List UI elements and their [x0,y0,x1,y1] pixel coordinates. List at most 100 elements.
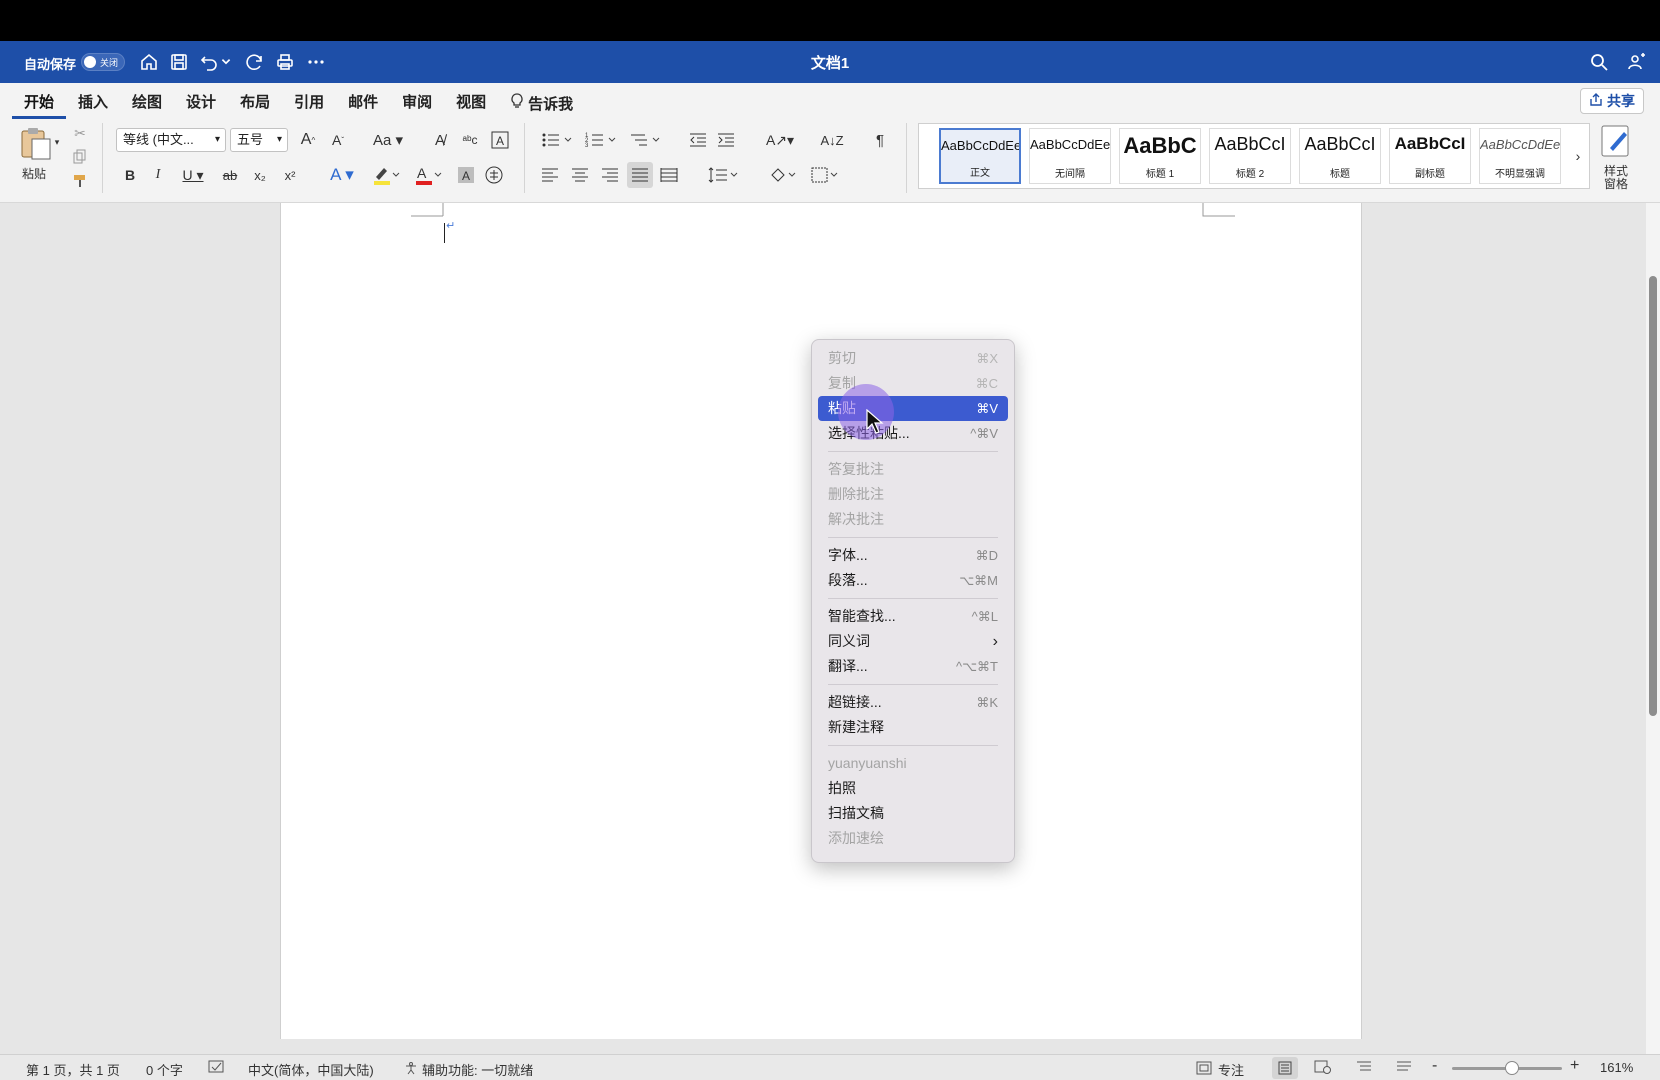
strikethrough-icon[interactable]: ab [218,163,242,187]
account-icon[interactable] [1626,51,1648,73]
highlight-color-icon[interactable] [368,163,404,187]
style-subtitle[interactable]: AaBbCcI 副标题 [1389,128,1471,184]
clear-format-icon[interactable]: A̸ [428,128,452,152]
font-color-icon[interactable]: A [410,163,446,187]
focus-mode-button[interactable]: 专注 [1196,1060,1244,1079]
zoom-in-button[interactable]: + [1570,1057,1579,1075]
more-icon[interactable] [305,51,327,73]
svg-text:3: 3 [585,143,589,149]
share-button[interactable]: 共享 [1580,88,1644,114]
italic-icon[interactable]: I [146,163,170,187]
justify-icon[interactable] [627,162,653,188]
outline-view-icon[interactable] [1356,1060,1372,1077]
character-border-icon[interactable]: A [488,128,512,152]
change-case-icon[interactable]: Aa ▾ [370,128,406,152]
align-left-icon[interactable] [538,163,562,187]
style-heading-1[interactable]: AaBbC 标题 1 [1119,128,1201,184]
tab-draw[interactable]: 绘图 [120,91,174,119]
menu-item[interactable]: 同义词 › [818,629,1008,654]
underline-icon[interactable]: U ▾ [176,163,210,187]
style-name: 副标题 [1415,169,1445,180]
menu-item[interactable]: 拍照 [818,776,1008,801]
increase-indent-icon[interactable] [714,128,738,152]
numbering-icon[interactable]: 123 [582,128,622,152]
print-icon[interactable] [274,51,296,73]
copy-icon[interactable] [70,147,90,167]
menu-item[interactable]: 新建注释 [818,715,1008,740]
tab-mailings[interactable]: 邮件 [336,91,390,119]
paste-dropdown-icon[interactable]: ▾ [52,137,62,147]
font-size-select[interactable]: 五号 ▾ [230,128,288,152]
font-name-select[interactable]: 等线 (中文... ▾ [116,128,226,152]
draft-view-icon[interactable] [1396,1060,1412,1077]
grow-font-icon[interactable]: A ^ [296,128,320,152]
distributed-icon[interactable] [657,163,681,187]
accessibility-status[interactable]: 辅助功能: 一切就绪 [404,1060,533,1079]
language-status[interactable]: 中文(简体，中国大陆) [248,1060,374,1079]
tab-references[interactable]: 引用 [282,91,336,119]
menu-item[interactable]: 智能查找... ^⌘L [818,604,1008,629]
align-center-icon[interactable] [568,163,592,187]
style-no-spacing[interactable]: AaBbCcDdEe 无间隔 [1029,128,1111,184]
style-subtle-emphasis[interactable]: AaBbCcDdEe 不明显强调 [1479,128,1561,184]
ribbon: 开始 插入 绘图 设计 布局 引用 邮件 审阅 视图 告诉我 共享 ▾ 粘贴 ✂… [0,83,1660,203]
show-formatting-icon[interactable]: ¶ [868,128,892,152]
proofing-icon[interactable] [208,1060,226,1077]
menu-item[interactable]: 字体... ⌘D [818,543,1008,568]
enclose-characters-icon[interactable] [482,163,506,187]
menu-item[interactable]: 超链接... ⌘K [818,690,1008,715]
autosave-toggle[interactable]: 关闭 [81,53,125,71]
vertical-scrollbar[interactable] [1646,203,1660,1058]
line-spacing-icon[interactable] [704,163,744,187]
print-layout-icon[interactable] [1272,1057,1298,1079]
page-count[interactable]: 第 1 页，共 1 页 [26,1060,120,1079]
web-layout-icon[interactable] [1314,1060,1332,1077]
tab-home[interactable]: 开始 [12,91,67,119]
multilevel-list-icon[interactable] [626,128,666,152]
tab-layout[interactable]: 布局 [228,91,282,119]
format-painter-icon[interactable] [70,171,90,191]
subscript-icon[interactable]: x₂ [248,163,272,187]
zoom-out-button[interactable]: - [1432,1057,1437,1075]
menu-item[interactable]: 翻译... ^⌥⌘T [818,654,1008,679]
bullets-icon[interactable] [538,128,578,152]
save-icon[interactable] [168,51,190,73]
scrollbar-thumb[interactable] [1649,276,1657,716]
redo-icon[interactable] [244,51,266,73]
gallery-more-icon[interactable]: › [1571,146,1585,166]
text-effects-icon[interactable]: A ▾ [324,163,360,187]
menu-item-shortcut: ⌥⌘M [959,573,998,588]
character-shading-icon[interactable]: A [454,163,478,187]
styles-pane-icon[interactable] [1596,123,1636,159]
style-title[interactable]: AaBbCcI 标题 [1299,128,1381,184]
superscript-icon[interactable]: x² [278,163,302,187]
word-count[interactable]: 0 个字 [146,1060,183,1079]
search-icon[interactable] [1588,51,1610,73]
phonetic-guide-icon[interactable]: ᵃᵇc [458,128,482,152]
undo-icon[interactable] [198,51,220,73]
shrink-font-icon[interactable]: Aˇ [326,128,350,152]
align-right-icon[interactable] [598,163,622,187]
home-icon[interactable] [138,51,160,73]
borders-icon[interactable] [808,163,844,187]
menu-item-label: 超链接... [828,694,882,710]
undo-dropdown-icon[interactable] [220,51,232,73]
bold-icon[interactable]: B [118,163,142,187]
tab-review[interactable]: 审阅 [390,91,444,119]
shading-icon[interactable] [766,163,802,187]
decrease-indent-icon[interactable] [686,128,710,152]
menu-item-shortcut: ⌘V [976,401,998,416]
menu-item[interactable]: 段落... ⌥⌘M [818,568,1008,593]
tab-design[interactable]: 设计 [174,91,228,119]
tab-view[interactable]: 视图 [444,91,498,119]
tab-insert[interactable]: 插入 [66,91,120,119]
sort-icon[interactable]: A↓Z [820,128,844,152]
zoom-level[interactable]: 161% [1600,1060,1633,1075]
zoom-slider-knob[interactable] [1505,1061,1519,1075]
asian-layout-icon[interactable]: A↗▾ [762,128,798,152]
menu-item[interactable]: 扫描文稿 [818,801,1008,826]
tell-me-box[interactable]: 告诉我 [498,91,585,119]
cut-icon[interactable]: ✂ [70,123,90,143]
style-heading-2[interactable]: AaBbCcI 标题 2 [1209,128,1291,184]
style-normal[interactable]: AaBbCcDdEe 正文 [939,128,1021,184]
